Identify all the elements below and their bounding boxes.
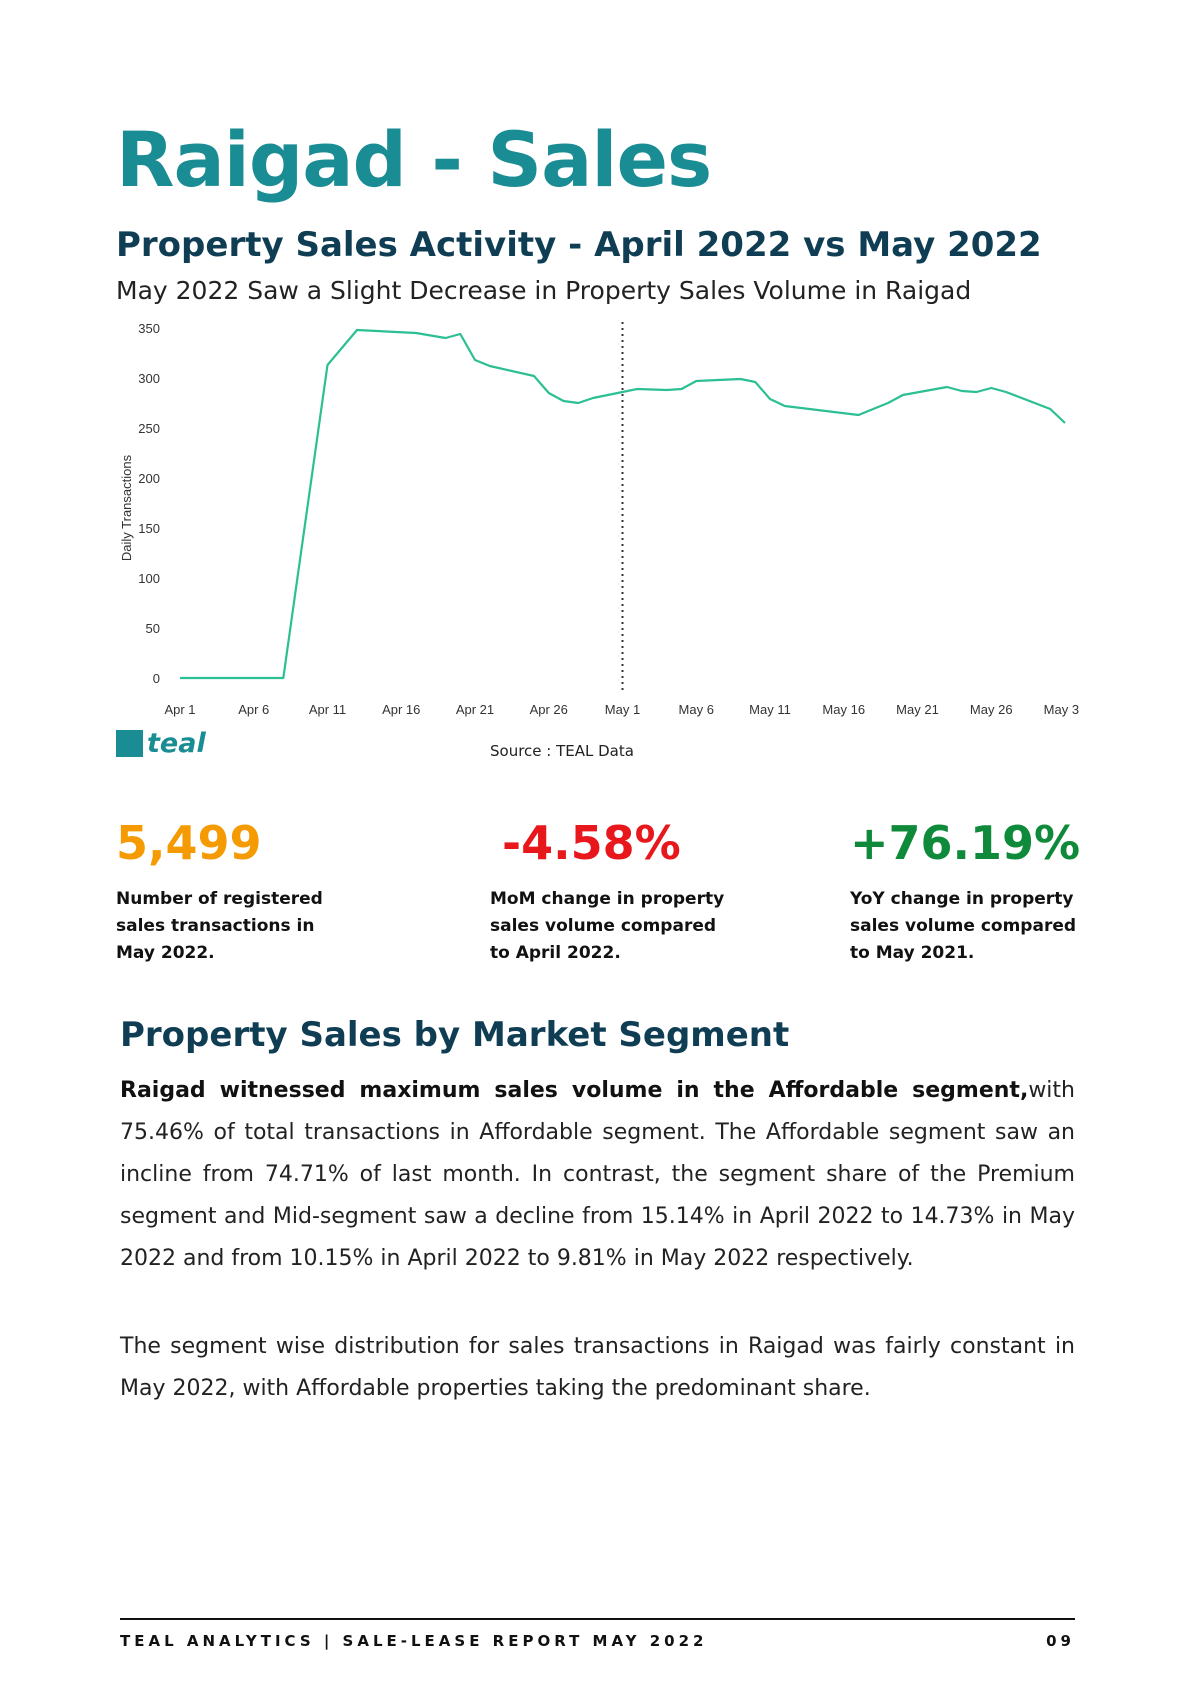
- x-tick-label: Apr 16: [382, 702, 420, 717]
- x-tick-label: Apr 11: [309, 702, 346, 717]
- stat-desc-line: MoM change in property: [490, 889, 725, 909]
- stat-desc-line: May 2022.: [116, 943, 215, 963]
- section-title: Property Sales Activity - April 2022 vs …: [116, 225, 1042, 265]
- x-tick-label: May 1: [605, 702, 640, 717]
- segment-paragraph: Raigad witnessed maximum sales volume in…: [120, 1070, 1075, 1280]
- chart-source: Source : TEAL Data: [490, 742, 634, 760]
- section-subtitle: May 2022 Saw a Slight Decrease in Proper…: [116, 276, 972, 305]
- stat-yoy-change: +76.19% YoY change in property sales vol…: [850, 820, 1110, 967]
- y-tick-label: 350: [138, 321, 160, 336]
- footer-page-number: 09: [1046, 1632, 1075, 1650]
- x-tick-label: May 6: [679, 702, 714, 717]
- stat-desc-line: sales volume compared: [850, 916, 1077, 936]
- x-tick-label: May 31: [1044, 702, 1080, 717]
- y-tick-label: 300: [138, 371, 160, 386]
- teal-logo: teal: [116, 730, 206, 757]
- stat-desc-line: sales transactions in: [116, 916, 315, 936]
- stat-desc-line: sales volume compared: [490, 916, 717, 936]
- footer-report-title: TEAL ANALYTICS | SALE-LEASE REPORT MAY 2…: [120, 1632, 708, 1650]
- stat-desc-line: YoY change in property: [850, 889, 1074, 909]
- x-tick-label: May 16: [822, 702, 865, 717]
- segment-title: Property Sales by Market Segment: [120, 1015, 790, 1055]
- y-tick-label: 100: [138, 571, 160, 586]
- stat-description: Number of registered sales transactions …: [116, 886, 376, 967]
- stat-desc-line: to May 2021.: [850, 943, 975, 963]
- x-tick-label: Apr 26: [530, 702, 568, 717]
- y-tick-label: 0: [153, 671, 160, 686]
- sales-line-chart: 0 50 100 150 200 250 300 350 Apr 1 Apr 6 Apr 11 Apr…: [119, 318, 1080, 717]
- stat-value: -4.58%: [502, 816, 681, 870]
- footer-divider: [120, 1618, 1075, 1620]
- y-tick-label: 150: [138, 521, 160, 536]
- segment-paragraph-rest: with 75.46% of total transactions in Aff…: [120, 1078, 1075, 1271]
- x-tick-label: Apr 1: [164, 702, 195, 717]
- segment-paragraph-2: The segment wise distribution for sales …: [120, 1334, 1075, 1401]
- stat-desc-line: to April 2022.: [490, 943, 621, 963]
- logo-square-icon: [116, 730, 143, 757]
- stat-description: MoM change in property sales volume comp…: [490, 886, 750, 967]
- stat-value: +76.19%: [850, 816, 1081, 870]
- logo-text: teal: [147, 728, 206, 759]
- y-tick-label: 200: [138, 471, 160, 486]
- page-title: Raigad - Sales: [116, 115, 712, 204]
- x-tick-label: Apr 21: [456, 702, 494, 717]
- x-tick-label: May 11: [749, 702, 791, 717]
- stat-registered-transactions: 5,499 Number of registered sales transac…: [116, 820, 376, 967]
- stat-description: YoY change in property sales volume comp…: [850, 886, 1110, 967]
- stat-value: 5,499: [116, 816, 262, 870]
- segment-paragraph-bold: Raigad witnessed maximum sales volume in…: [120, 1078, 1029, 1103]
- x-tick-label: May 21: [896, 702, 939, 717]
- stat-desc-line: Number of registered: [116, 889, 323, 909]
- x-tick-label: Apr 6: [238, 702, 269, 717]
- stat-mom-change: -4.58% MoM change in property sales volu…: [490, 820, 750, 967]
- x-tick-label: May 26: [970, 702, 1013, 717]
- y-tick-label: 250: [138, 421, 160, 436]
- y-axis-label: Daily Transactions: [119, 454, 134, 561]
- y-tick-label: 50: [146, 621, 160, 636]
